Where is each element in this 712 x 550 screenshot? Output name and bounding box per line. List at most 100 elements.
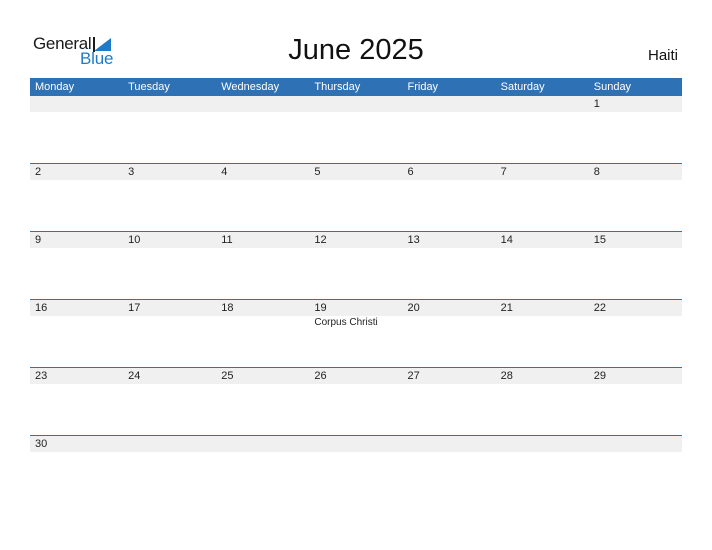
day-number: 11 [221,234,233,246]
day-cell: 2 [30,164,123,230]
week-cells: 2 3 4 5 6 7 8 [30,164,682,230]
holiday-label: Corpus Christi [314,317,403,328]
week-cells: 1 [30,96,682,162]
day-number [221,96,309,112]
week-row: 1 [30,96,682,163]
day-cell [30,96,123,162]
day-cell: 17 [123,300,216,366]
day-cell: 24 [123,368,216,434]
day-cell: 6 [403,164,496,230]
day-cell [496,436,589,502]
day-number: 24 [128,370,141,382]
day-number [314,96,402,112]
day-cell: 23 [30,368,123,434]
day-number: 16 [35,302,48,314]
day-number: 9 [35,234,42,246]
weekday-sunday: Sunday [593,81,632,93]
day-number [35,96,123,112]
day-number [501,436,589,452]
day-cell [403,436,496,502]
week-row: 2 3 4 5 6 7 8 [30,163,682,231]
day-cell: 25 [216,368,309,434]
day-cell: 4 [216,164,309,230]
day-number: 7 [500,166,507,178]
day-cell: 8 [589,164,682,230]
day-number: 3 [128,166,135,178]
weekday-wednesday: Wednesday [221,81,280,93]
day-number: 17 [128,302,141,314]
day-cell: 20 [403,300,496,366]
day-cell [589,436,682,502]
day-number [408,436,496,452]
day-number [128,96,216,112]
weekday-friday: Friday [407,81,439,93]
weekday-thursday: Thursday [314,81,361,93]
day-cell: 19 Corpus Christi [309,300,403,366]
weekday-saturday: Saturday [500,81,545,93]
week-cells: 9 10 11 12 13 14 15 [30,232,682,298]
day-cell: 27 [403,368,496,434]
day-number: 20 [407,302,420,314]
week-cells: 23 24 25 26 27 28 29 [30,368,682,434]
day-cell: 14 [496,232,589,298]
day-number: 14 [500,234,513,246]
day-cell: 3 [123,164,216,230]
day-number [128,436,216,452]
day-number: 30 [35,438,48,450]
day-cell: 15 [589,232,682,298]
day-cell: 9 [30,232,123,298]
day-number: 29 [593,370,606,382]
calendar-grid: Monday Tuesday Wednesday Thursday Friday… [30,78,682,503]
country-label: Haiti [647,47,678,64]
calendar-title: June 2025 [288,34,424,66]
day-number: 19 [314,302,327,314]
day-number: 1 [593,98,600,110]
day-number: 13 [407,234,420,246]
day-number [408,96,496,112]
day-cell: 21 [496,300,589,366]
day-cell [216,96,309,162]
day-number: 8 [593,166,600,178]
day-number: 25 [221,370,234,382]
day-cell: 11 [216,232,309,298]
day-cell: 22 [589,300,682,366]
day-cell: 5 [309,164,402,230]
day-number: 28 [500,370,513,382]
day-cell: 30 [30,436,123,502]
day-number: 15 [593,234,606,246]
weekday-monday: Monday [35,81,75,93]
day-number [221,436,309,452]
day-number: 10 [128,234,141,246]
day-cell: 29 [589,368,682,434]
day-cell: 18 [216,300,309,366]
day-number: 18 [221,302,234,314]
day-number: 27 [407,370,420,382]
day-cell: 1 [589,96,682,162]
week-cells: 30 [30,436,682,502]
day-cell [496,96,589,162]
day-number: 2 [35,166,42,178]
week-cells: 16 17 18 19 Corpus Christi 20 21 22 [30,300,682,366]
day-number: 12 [314,234,327,246]
day-cell [216,436,309,502]
weekday-header: Monday Tuesday Wednesday Thursday Friday… [30,78,682,96]
week-row: 23 24 25 26 27 28 29 [30,367,682,435]
day-number [314,436,402,452]
day-cell [309,96,402,162]
day-cell [309,436,402,502]
week-row: 16 17 18 19 Corpus Christi 20 21 22 [30,299,682,367]
day-number: 6 [407,166,414,178]
day-cell: 28 [496,368,589,434]
week-row: 30 [30,435,682,503]
day-number: 5 [314,166,321,178]
day-cell [403,96,496,162]
day-number: 22 [593,302,606,314]
day-number: 4 [221,166,228,178]
day-number [594,436,682,452]
day-cell [123,436,216,502]
weeks-container: 1 2 3 4 5 6 7 8 9 10 11 12 13 14 15 16 17 18 19 Corpus Chri… [30,96,682,503]
day-number: 21 [500,302,513,314]
day-number: 23 [35,370,48,382]
day-cell: 12 [309,232,402,298]
day-cell: 16 [30,300,123,366]
